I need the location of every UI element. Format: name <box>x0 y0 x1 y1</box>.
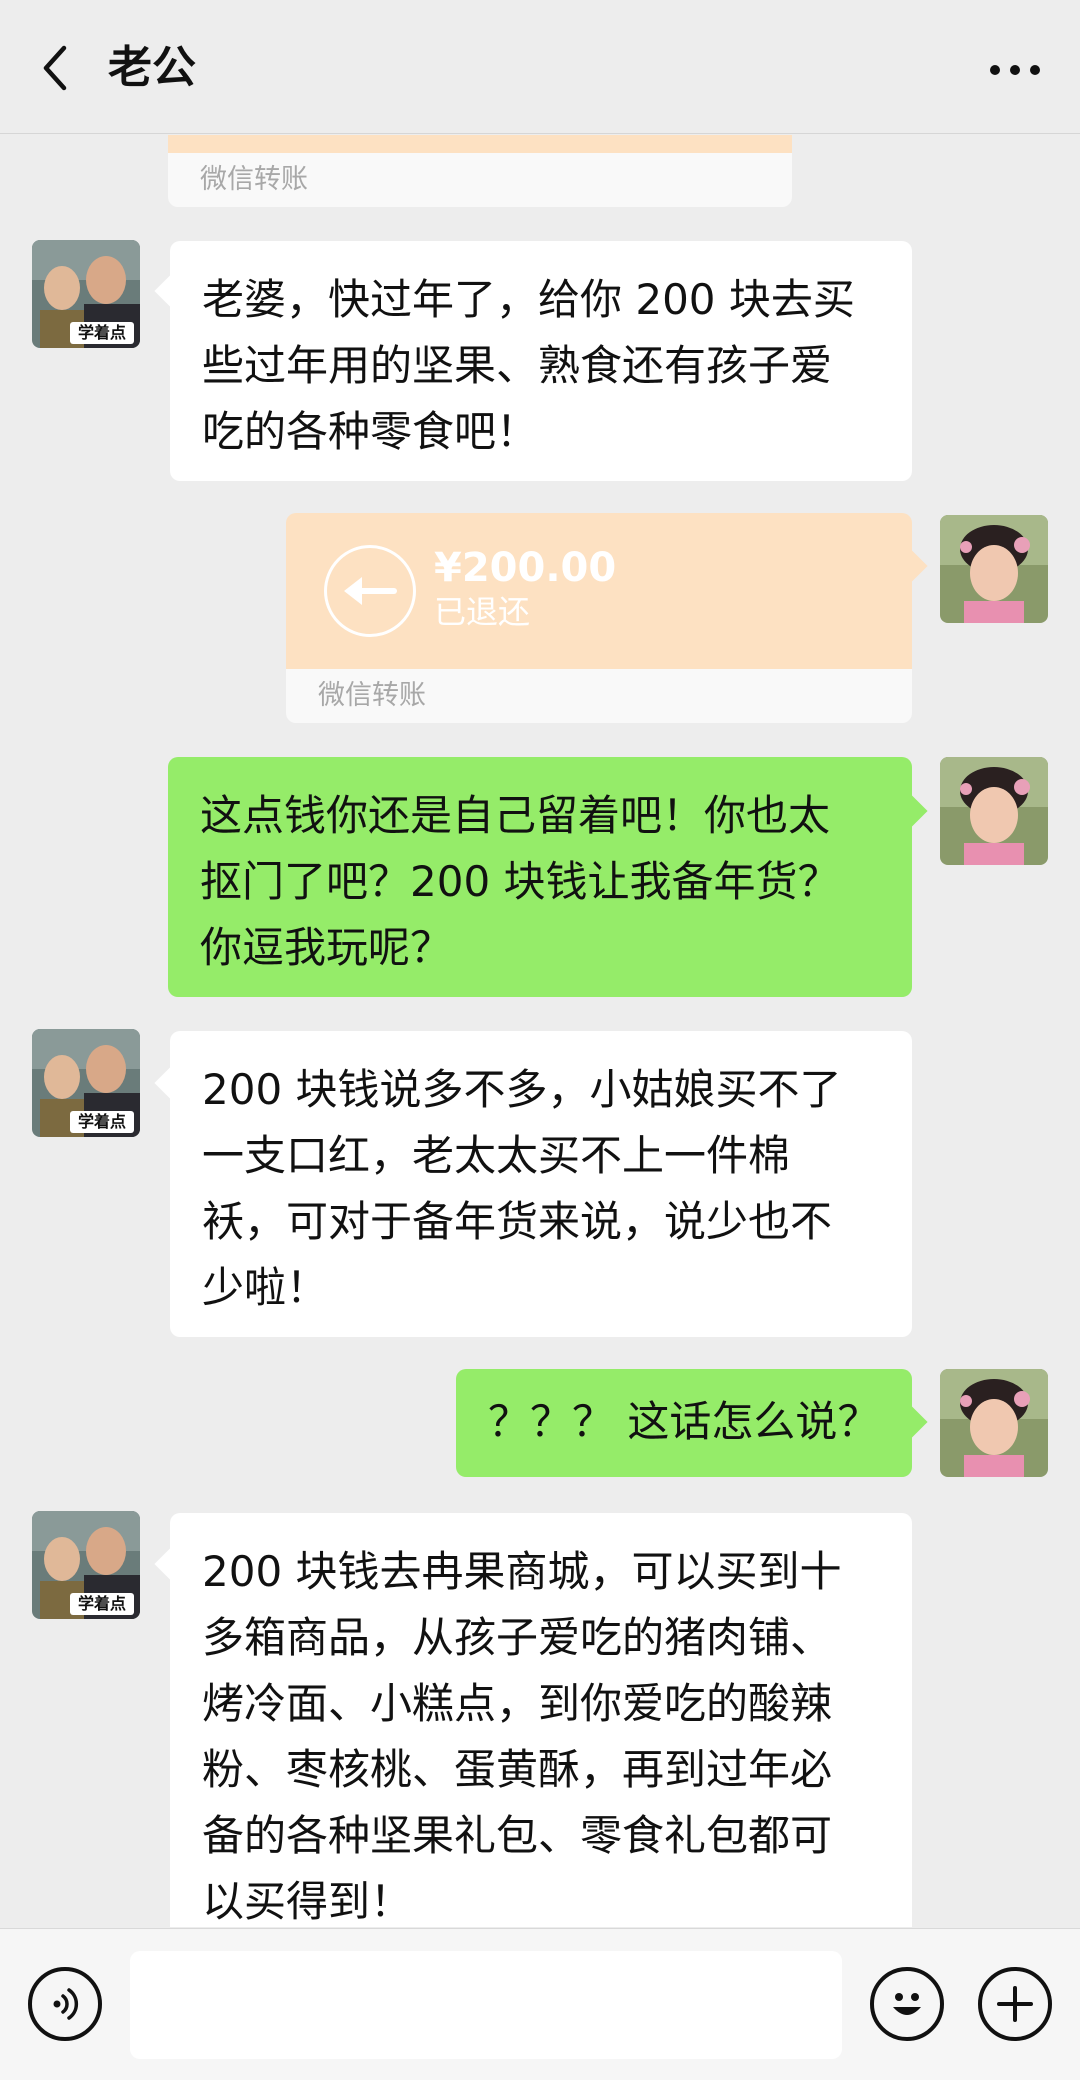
return-arrow-icon <box>324 545 416 637</box>
voice-button[interactable] <box>28 1967 102 2041</box>
message-bubble-outgoing[interactable]: ？？？ 这话怎么说？ <box>456 1369 912 1477</box>
avatar-me[interactable] <box>940 757 1048 865</box>
transfer-label: 微信转账 <box>168 153 792 207</box>
plus-button[interactable] <box>978 1967 1052 2041</box>
emoji-icon <box>893 1993 921 2015</box>
chat-message-list[interactable]: 微信转账 学着点 老婆，快过年了，给你 200 块去买 些过年用的坚果、熟食还有… <box>0 135 1080 1927</box>
avatar-me[interactable] <box>940 1369 1048 1477</box>
avatar-me[interactable] <box>940 515 1048 623</box>
message-bubble-incoming[interactable]: 老婆，快过年了，给你 200 块去买 些过年用的坚果、熟食还有孩子爱 吃的各种零… <box>170 241 912 481</box>
chat-header: 老公 <box>0 0 1080 134</box>
input-bar <box>0 1928 1080 2080</box>
avatar-badge-text: 学着点 <box>77 323 126 342</box>
transfer-status: 已退还 <box>434 593 531 631</box>
more-dots-icon <box>990 65 1040 75</box>
message-bubble-outgoing[interactable]: 这点钱你还是自己留着吧！你也太 抠门了吧？200 块钱让我备年货？ 你逗我玩呢？ <box>168 757 912 997</box>
partial-transfer-card[interactable]: 微信转账 <box>168 135 792 207</box>
more-button[interactable] <box>980 40 1050 100</box>
avatar-husband[interactable]: 学着点 <box>32 240 140 348</box>
message-bubble-incoming[interactable]: 200 块钱说多不多，小姑娘买不了 一支口红，老太太买不上一件棉 袄，可对于备年… <box>170 1031 912 1337</box>
chat-title: 老公 <box>108 42 196 93</box>
avatar-husband[interactable]: 学着点 <box>32 1029 140 1137</box>
chevron-left-icon <box>43 45 67 91</box>
avatar-husband[interactable]: 学着点 <box>32 1511 140 1619</box>
transfer-card-returned[interactable]: ¥200.00 已退还 微信转账 <box>286 513 912 723</box>
emoji-button[interactable] <box>870 1967 944 2041</box>
plus-icon <box>997 1986 1033 2022</box>
transfer-amount: ¥200.00 <box>434 545 617 591</box>
voice-icon <box>53 1988 79 2020</box>
back-button[interactable] <box>30 38 80 98</box>
message-input[interactable] <box>130 1951 842 2059</box>
avatar-badge-text: 学着点 <box>77 1594 126 1613</box>
avatar-badge-text: 学着点 <box>77 1112 126 1131</box>
transfer-label: 微信转账 <box>286 669 912 723</box>
message-bubble-incoming[interactable]: 200 块钱去冉果商城，可以买到十 多箱商品，从孩子爱吃的猪肉铺、 烤冷面、小糕… <box>170 1513 912 1927</box>
